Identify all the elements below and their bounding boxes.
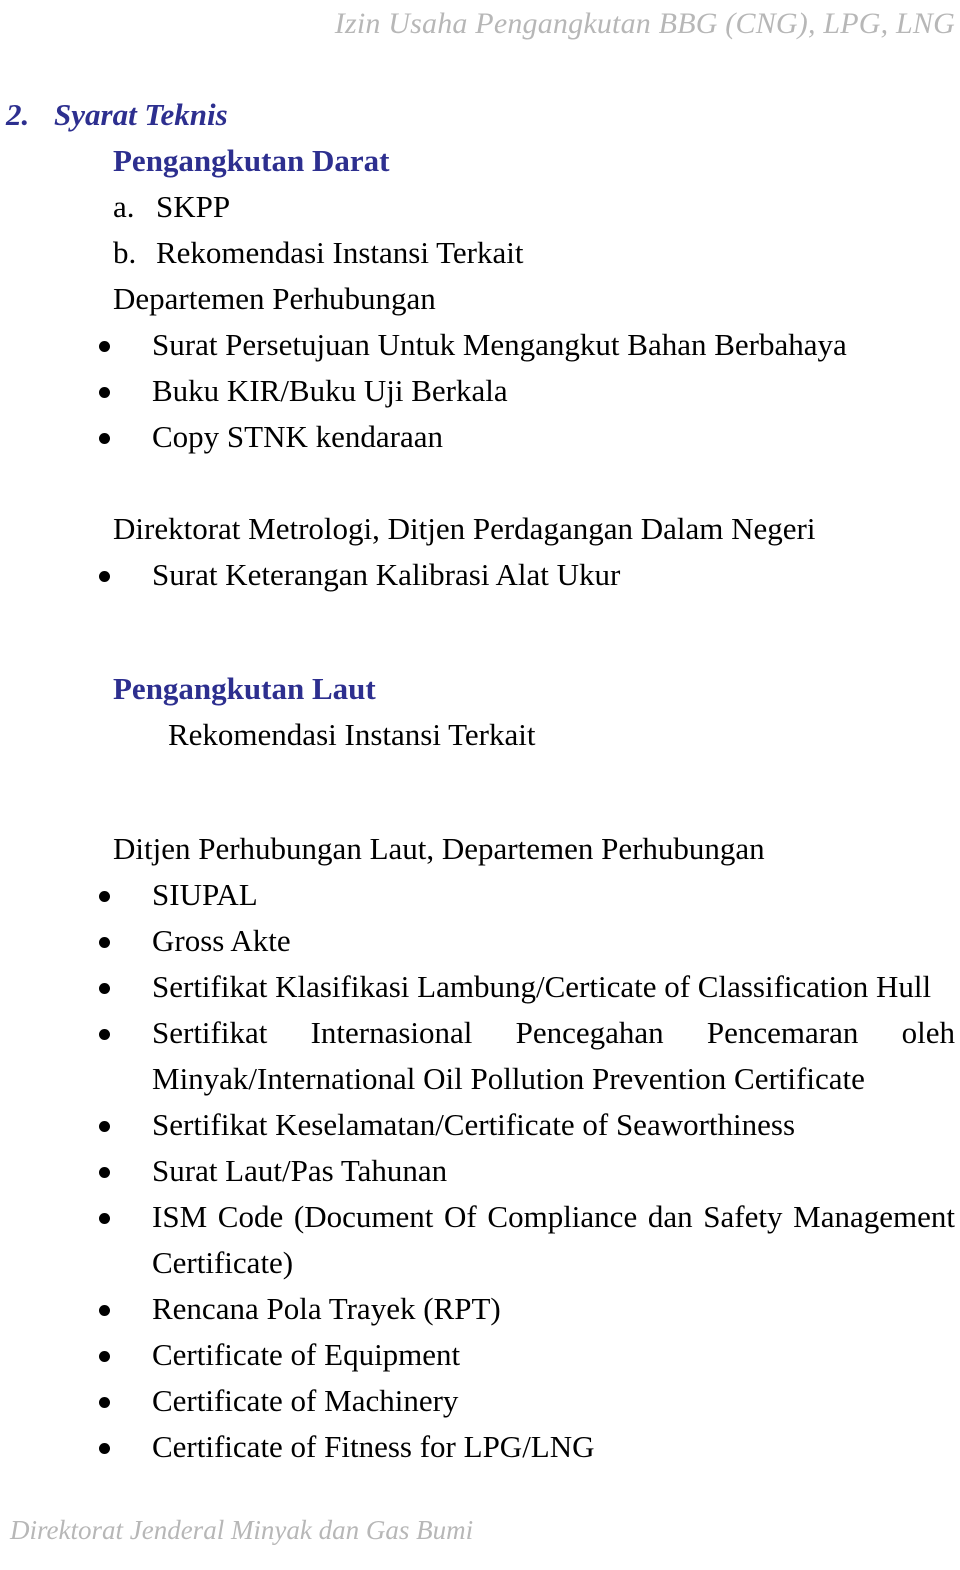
list-item: Surat Persetujuan Untuk Mengangkut Bahan… (0, 322, 960, 368)
list-item-text: Buku KIR/Buku Uji Berkala (152, 373, 508, 408)
list-item: Buku KIR/Buku Uji Berkala (0, 368, 960, 414)
list-item-text: Surat Persetujuan Untuk Mengangkut Bahan… (152, 327, 847, 362)
list-item: Gross Akte (0, 918, 960, 964)
bullet-dot-icon (99, 1194, 113, 1240)
bullet-dot-icon (99, 918, 113, 964)
document-page: Izin Usaha Pengangkutan BBG (CNG), LPG, … (0, 0, 960, 1570)
subheading-pengangkutan-laut: Pengangkutan Laut (113, 671, 376, 706)
list-item-text: Certificate of Equipment (152, 1337, 461, 1372)
list-item-text: Certificate of Fitness for LPG/LNG (152, 1429, 595, 1464)
bullet-list-darat-metrologi: Surat Keterangan Kalibrasi Alat Ukur (0, 552, 960, 598)
list-item-text: Sertifikat Keselamatan/Certificate of Se… (152, 1107, 796, 1142)
document-body: 2. Syarat Teknis Pengangkutan Darat a. SKP… (0, 92, 960, 1470)
item-letter-b: b. (113, 235, 137, 270)
bullet-dot-icon (99, 964, 113, 1010)
list-item: Certificate of Machinery (0, 1378, 960, 1424)
section-title: Syarat Teknis (54, 97, 228, 132)
list-item-text: Copy STNK kendaraan (152, 419, 443, 454)
bullet-dot-icon (99, 1148, 113, 1194)
agency-departemen-perhubungan: Departemen Perhubungan (113, 281, 436, 316)
list-item: Rencana Pola Trayek (RPT) (0, 1286, 960, 1332)
list-item: Sertifikat Internasional Pencegahan Penc… (0, 1010, 960, 1102)
list-item-text: Surat Laut/Pas Tahunan (152, 1153, 448, 1188)
running-header: Izin Usaha Pengangkutan BBG (CNG), LPG, … (334, 7, 955, 40)
list-item-text: ISM Code (Document Of Compliance dan Saf… (152, 1199, 955, 1280)
lettered-item-b: b. Rekomendasi Instansi Terkait (0, 230, 960, 276)
bullet-dot-icon (99, 552, 113, 598)
bullet-dot-icon (99, 872, 113, 918)
list-item-text: Sertifikat Internasional Pencegahan Penc… (152, 1015, 955, 1096)
list-item-text: Certificate of Machinery (152, 1383, 459, 1418)
list-item-text: Surat Keterangan Kalibrasi Alat Ukur (152, 557, 621, 592)
bullet-dot-icon (99, 322, 113, 368)
list-item: SIUPAL (0, 872, 960, 918)
agency-direktorat-metrologi: Direktorat Metrologi, Ditjen Perdagangan… (113, 511, 816, 546)
list-item: Sertifikat Keselamatan/Certificate of Se… (0, 1102, 960, 1148)
item-label-skpp: SKPP (156, 189, 231, 224)
agency-ditjen-perhubungan-laut: Ditjen Perhubungan Laut, Departemen Perh… (113, 831, 765, 866)
list-item-text: Sertifikat Klasifikasi Lambung/Certicate… (152, 969, 932, 1004)
list-item: Certificate of Equipment (0, 1332, 960, 1378)
bullet-list-darat-perhubungan: Surat Persetujuan Untuk Mengangkut Bahan… (0, 322, 960, 460)
list-item: Copy STNK kendaraan (0, 414, 960, 460)
list-item: Surat Laut/Pas Tahunan (0, 1148, 960, 1194)
bullet-dot-icon (99, 414, 113, 460)
list-item-text: Rencana Pola Trayek (RPT) (152, 1291, 501, 1326)
document-footer: Direktorat Jenderal Minyak dan Gas Bumi (10, 1515, 474, 1545)
bullet-dot-icon (99, 1286, 113, 1332)
bullet-dot-icon (99, 1424, 113, 1470)
section-heading: 2. Syarat Teknis (0, 92, 960, 138)
bullet-dot-icon (99, 368, 113, 414)
bullet-dot-icon (99, 1010, 113, 1056)
section-number: 2. (6, 97, 30, 132)
list-item: Sertifikat Klasifikasi Lambung/Certicate… (0, 964, 960, 1010)
laut-subheading-rekomendasi: Rekomendasi Instansi Terkait (168, 717, 536, 752)
lettered-item-a: a. SKPP (0, 184, 960, 230)
bullet-list-laut: SIUPAL Gross Akte Sertifikat Klasifikasi… (0, 872, 960, 1470)
bullet-dot-icon (99, 1102, 113, 1148)
list-item: Surat Keterangan Kalibrasi Alat Ukur (0, 552, 960, 598)
item-letter-a: a. (113, 189, 135, 224)
bullet-dot-icon (99, 1378, 113, 1424)
bullet-dot-icon (99, 1332, 113, 1378)
list-item: ISM Code (Document Of Compliance dan Saf… (0, 1194, 960, 1286)
list-item: Certificate of Fitness for LPG/LNG (0, 1424, 960, 1470)
item-label-rekomendasi: Rekomendasi Instansi Terkait (156, 235, 524, 270)
list-item-text: SIUPAL (152, 877, 258, 912)
subheading-pengangkutan-darat: Pengangkutan Darat (113, 143, 390, 178)
list-item-text: Gross Akte (152, 923, 291, 958)
